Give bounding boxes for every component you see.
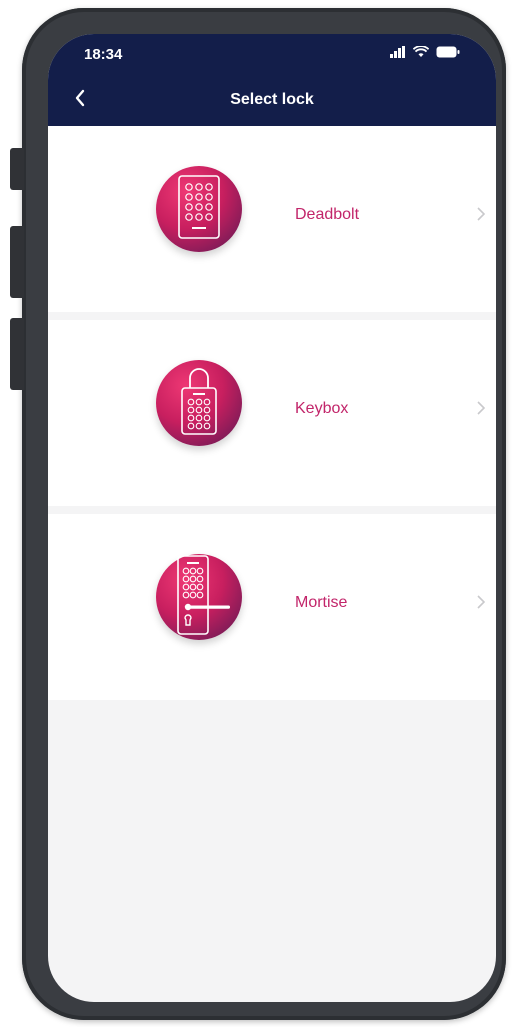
page-title: Select lock — [230, 91, 314, 108]
deadbolt-badge — [156, 166, 242, 252]
lock-option-mortise[interactable]: Mortise — [48, 514, 496, 700]
mortise-badge — [156, 554, 242, 640]
status-icons — [390, 46, 460, 58]
volume-down-button — [10, 318, 24, 390]
signal-icon — [390, 46, 406, 58]
lock-type-list: Deadbolt Keybox Mortise — [48, 126, 496, 700]
lock-option-label: Mortise — [295, 594, 348, 611]
status-time: 18:34 — [84, 46, 123, 63]
keybox-lock-icon — [177, 366, 221, 441]
mortise-lock-icon — [164, 554, 234, 641]
lock-option-keybox[interactable]: Keybox — [48, 320, 496, 506]
chevron-right-icon — [474, 592, 488, 612]
chevron-right-icon — [474, 398, 488, 418]
wifi-icon — [413, 46, 429, 58]
lock-option-label: Deadbolt — [295, 206, 360, 223]
battery-icon — [436, 46, 460, 58]
keybox-badge — [156, 360, 242, 446]
lock-option-label: Keybox — [295, 400, 349, 417]
deadbolt-lock-icon — [177, 174, 221, 245]
volume-up-button — [10, 226, 24, 298]
app-header: 18:34 Select lock — [48, 34, 496, 126]
lock-option-deadbolt[interactable]: Deadbolt — [48, 126, 496, 312]
mute-switch — [10, 148, 24, 190]
phone-screen: 18:34 Select lock Deadbolt Keybox Mortis… — [48, 34, 496, 1002]
chevron-right-icon — [474, 204, 488, 224]
